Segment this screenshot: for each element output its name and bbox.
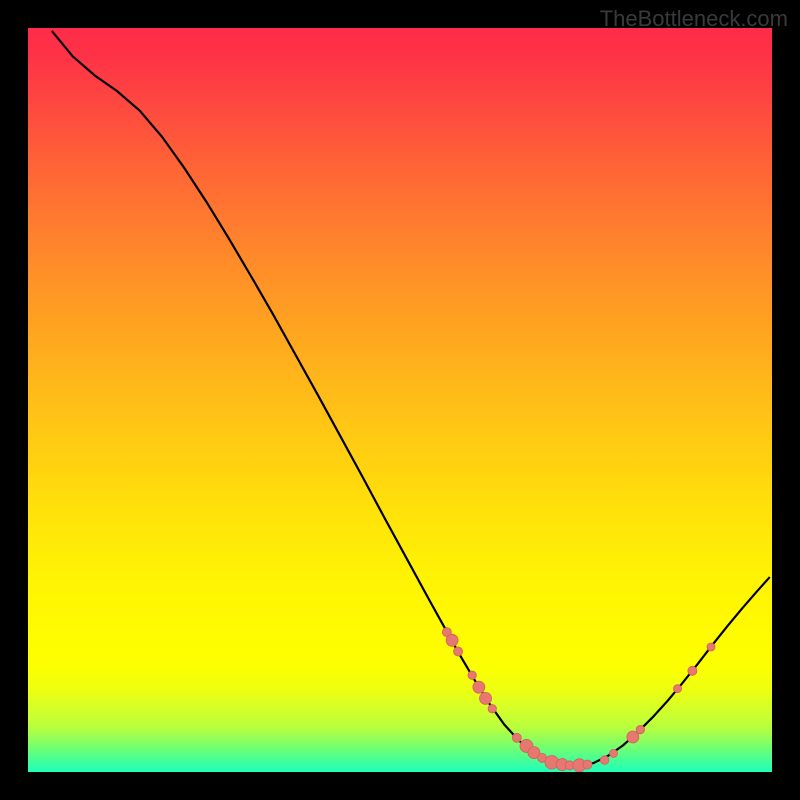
- watermark-text: TheBottleneck.com: [600, 6, 788, 32]
- data-point: [688, 666, 697, 675]
- data-point: [468, 671, 476, 679]
- data-point: [512, 733, 521, 742]
- data-point: [583, 760, 592, 769]
- data-point: [600, 756, 609, 765]
- data-points: [442, 628, 715, 772]
- data-point: [610, 749, 618, 757]
- data-point: [488, 705, 496, 713]
- data-point: [446, 634, 458, 646]
- data-point: [636, 725, 644, 733]
- data-point: [674, 685, 682, 693]
- data-point: [707, 643, 715, 651]
- data-point: [454, 647, 463, 656]
- data-point: [480, 692, 492, 704]
- bottleneck-curve: [52, 31, 770, 766]
- curve-layer: [28, 28, 772, 772]
- data-point: [473, 681, 485, 693]
- plot-area: [28, 28, 772, 772]
